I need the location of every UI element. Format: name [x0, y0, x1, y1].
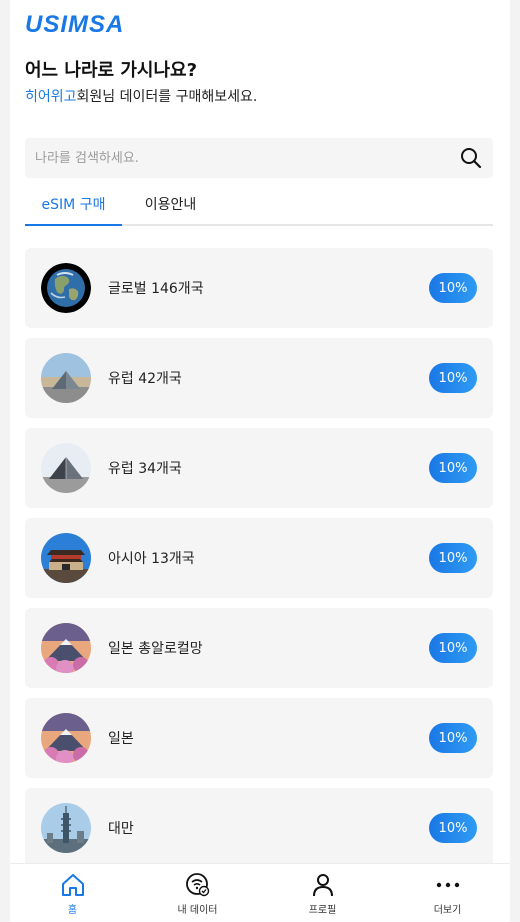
product-name: 아시아 13개국 — [108, 551, 195, 567]
mount-fuji-image — [41, 713, 91, 763]
louvre-pyramid-image — [41, 443, 91, 493]
discount-badge: 10% — [429, 453, 477, 483]
product-name: 글로벌 146개국 — [108, 281, 204, 297]
subtitle-text: 회원님 데이터를 구매해보세요. — [76, 89, 258, 105]
page-title: 어느 나라로 가시나요? — [25, 60, 198, 81]
discount-badge: 10% — [429, 363, 477, 393]
nav-profile[interactable]: 프로필 — [260, 864, 385, 922]
usimsa-logo[interactable]: USIMSA — [25, 11, 125, 38]
bottom-nav: 홈 내 데이터 프로필 더보기 — [10, 863, 510, 922]
product-name: 대만 — [108, 821, 134, 837]
nav-more-label: 더보기 — [433, 905, 462, 916]
profile-icon — [310, 872, 336, 898]
earth-globe-image — [41, 263, 91, 313]
member-name: 히어위고 — [25, 89, 77, 105]
asian-gate-image — [41, 533, 91, 583]
product-list: 글로벌 146개국 10% 유럽 42개국 10% 유럽 34개국 10% 아시… — [25, 248, 493, 878]
tab-esim-purchase[interactable]: eSIM 구매 — [25, 188, 122, 226]
discount-badge: 10% — [429, 633, 477, 663]
tab-bar: eSIM 구매 이용안내 — [25, 188, 493, 226]
product-card-europe-42[interactable]: 유럽 42개국 10% — [25, 338, 493, 418]
search-icon[interactable] — [459, 146, 483, 170]
product-card-global[interactable]: 글로벌 146개국 10% — [25, 248, 493, 328]
tab-usage-guide[interactable]: 이용안내 — [122, 188, 219, 224]
home-icon — [60, 872, 86, 898]
taipei-101-image — [41, 803, 91, 853]
product-card-japan[interactable]: 일본 10% — [25, 698, 493, 778]
discount-badge: 10% — [429, 813, 477, 843]
more-icon — [435, 872, 461, 898]
nav-profile-label: 프로필 — [308, 905, 337, 916]
nav-more[interactable]: 더보기 — [385, 864, 510, 922]
product-name: 유럽 42개국 — [108, 371, 182, 387]
app-screen: USIMSA 어느 나라로 가시나요? 히어위고회원님 데이터를 구매해보세요.… — [10, 0, 510, 922]
search-bar — [25, 138, 493, 178]
search-input[interactable] — [35, 150, 459, 166]
nav-home[interactable]: 홈 — [10, 864, 135, 922]
product-card-japan-local[interactable]: 일본 총알로컬망 10% — [25, 608, 493, 688]
discount-badge: 10% — [429, 543, 477, 573]
nav-home-label: 홈 — [67, 905, 78, 916]
louvre-pyramid-image — [41, 353, 91, 403]
product-name: 유럽 34개국 — [108, 461, 182, 477]
discount-badge: 10% — [429, 723, 477, 753]
product-card-europe-34[interactable]: 유럽 34개국 10% — [25, 428, 493, 508]
discount-badge: 10% — [429, 273, 477, 303]
product-card-asia-13[interactable]: 아시아 13개국 10% — [25, 518, 493, 598]
data-icon — [185, 872, 211, 898]
product-name: 일본 — [108, 731, 134, 747]
mount-fuji-image — [41, 623, 91, 673]
logo-text: USIMSA — [25, 11, 125, 38]
product-name: 일본 총알로컬망 — [108, 641, 203, 657]
nav-my-data-label: 내 데이터 — [177, 905, 218, 916]
nav-my-data[interactable]: 내 데이터 — [135, 864, 260, 922]
product-card-taiwan[interactable]: 대만 10% — [25, 788, 493, 868]
page-subtitle: 히어위고회원님 데이터를 구매해보세요. — [25, 86, 257, 106]
